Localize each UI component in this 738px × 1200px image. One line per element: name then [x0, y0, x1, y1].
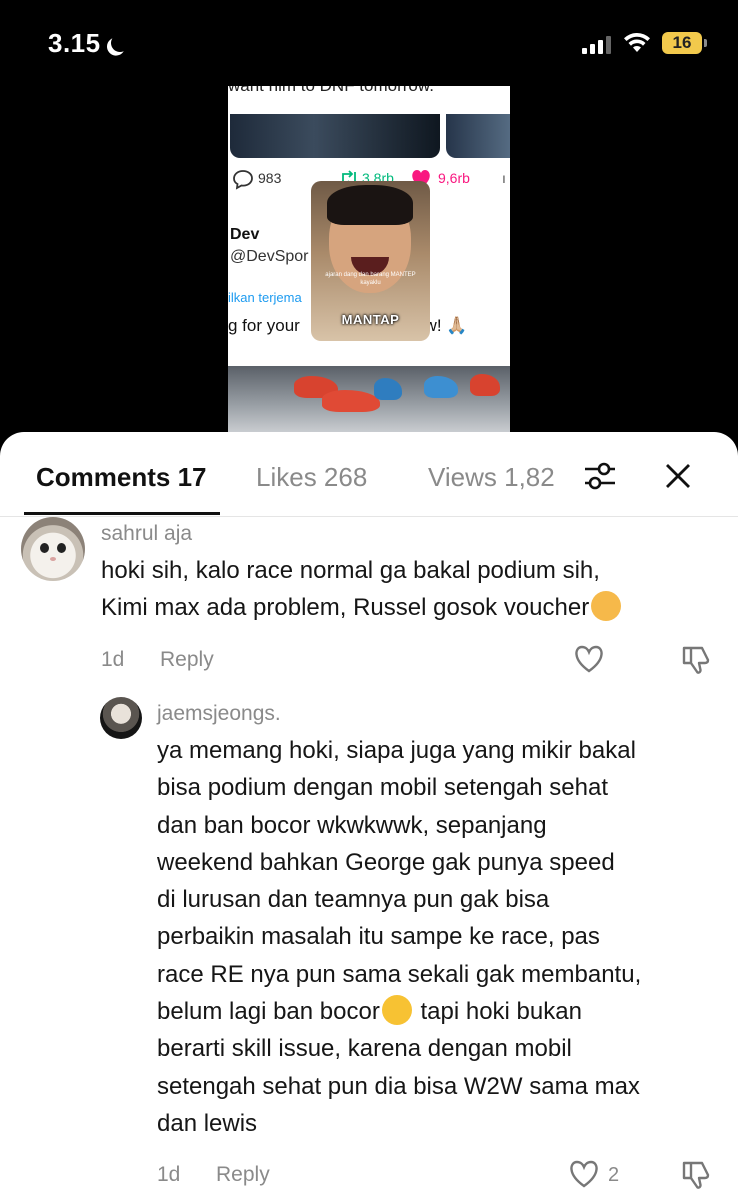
- facecam-overlay: ajaran dang dan barang MANTEP kayaklu MA…: [311, 181, 430, 341]
- reply-button[interactable]: Reply: [160, 648, 214, 672]
- comment-time: 1d: [101, 648, 125, 671]
- reply-button[interactable]: Reply: [216, 1163, 270, 1187]
- filter-icon[interactable]: [582, 460, 618, 492]
- status-time: 3.15: [48, 28, 119, 59]
- tab-likes[interactable]: Likes 268: [256, 462, 367, 493]
- comment-username[interactable]: jaemsjeongs.: [157, 702, 281, 726]
- comment-text: hoki sih, kalo race normal ga bakal podi…: [101, 552, 731, 627]
- avatar[interactable]: [21, 517, 85, 581]
- moon-icon: [108, 32, 131, 55]
- comments-sheet: Comments 17 Likes 268 Views 1,82 sahrul …: [0, 432, 738, 1200]
- tab-views[interactable]: Views 1,82: [428, 462, 555, 493]
- preview-photo: [446, 114, 510, 158]
- facecam-caption: ajaran dang dan barang MANTEP kayaklu: [325, 272, 416, 286]
- tab-bar: Comments 17 Likes 268 Views 1,82: [0, 432, 738, 517]
- wifi-icon: [624, 32, 650, 52]
- facecam-label: MANTAP: [341, 312, 400, 327]
- heart-icon[interactable]: [568, 1159, 600, 1189]
- preview-author-handle: @DevSpor: [230, 248, 309, 265]
- dislike-icon[interactable]: [680, 644, 712, 676]
- heart-icon[interactable]: [573, 644, 605, 674]
- reply-icon: [233, 170, 253, 190]
- comment-time: 1d: [157, 1163, 181, 1186]
- preview-photo: [230, 114, 440, 158]
- active-tab-indicator: [24, 512, 220, 515]
- preview-shoes-photo: [228, 366, 510, 432]
- preview-author-name: Dev: [230, 226, 260, 243]
- dislike-icon[interactable]: [680, 1159, 712, 1191]
- crying-laughing-cat-emoji: [591, 591, 622, 622]
- battery-indicator: 16: [662, 32, 707, 54]
- comment-text: ya memang hoki, siapa juga yang mikir ba…: [157, 737, 642, 1137]
- avatar[interactable]: [100, 697, 142, 739]
- signal-icon: [582, 34, 611, 54]
- preview-caption: want him to DNF tomorrow.: [228, 86, 434, 96]
- tab-comments[interactable]: Comments 17: [36, 462, 207, 493]
- comment-username[interactable]: sahrul aja: [101, 522, 192, 546]
- close-icon[interactable]: [664, 462, 692, 490]
- upside-down-face-emoji: [381, 995, 412, 1026]
- like-count: 2: [608, 1164, 620, 1186]
- preview-translate-link: ilkan terjema: [228, 290, 302, 305]
